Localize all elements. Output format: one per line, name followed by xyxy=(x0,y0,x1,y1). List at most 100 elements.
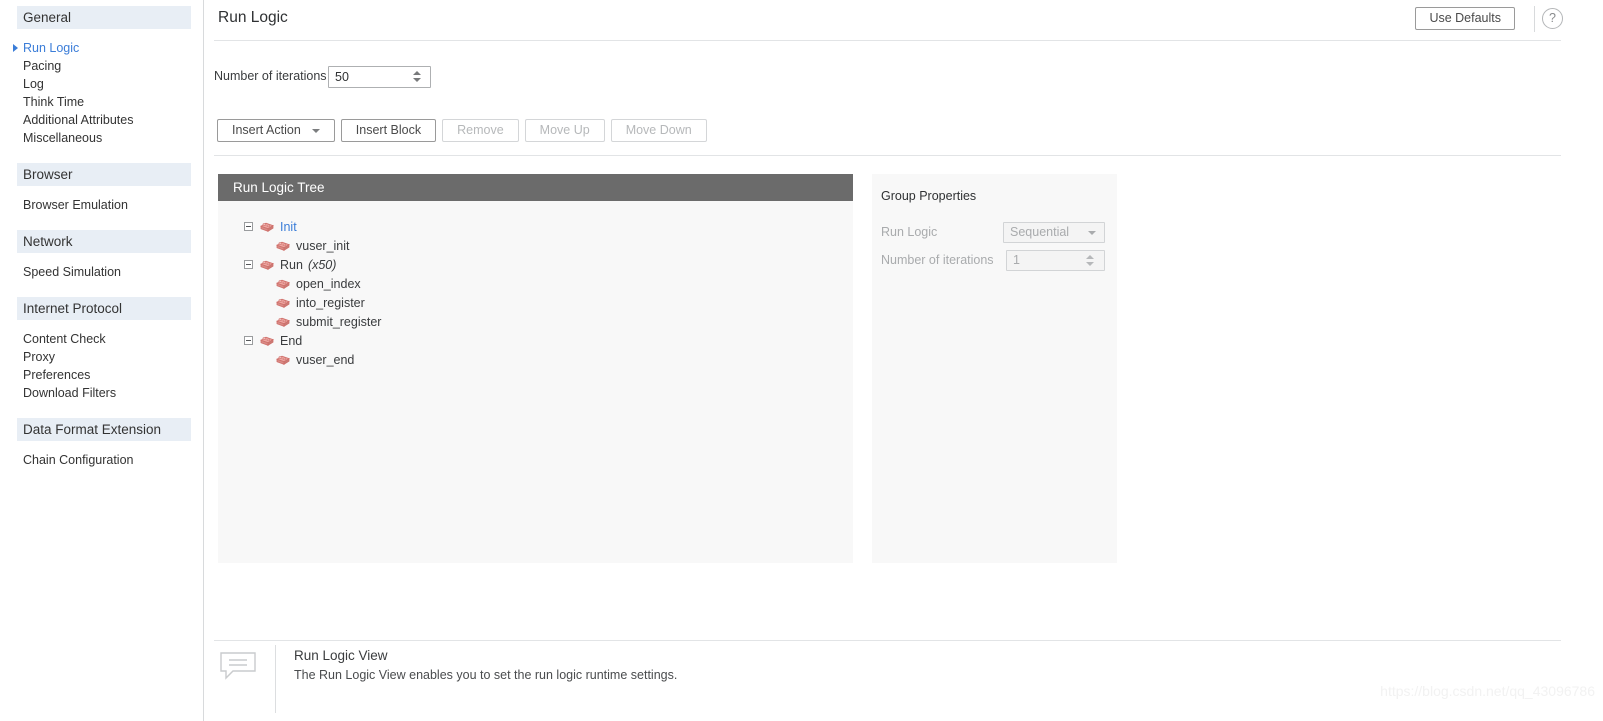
footer-text-block: Run Logic View The Run Logic View enable… xyxy=(294,648,677,682)
tree-node-vuser-end[interactable]: vuser_end xyxy=(218,350,853,369)
tree-node-end[interactable]: End xyxy=(218,331,853,350)
sidebar-item-label: Download Filters xyxy=(23,386,117,400)
iterations-label: Number of iterations xyxy=(214,69,327,83)
sidebar-item-chain-configuration[interactable]: Chain Configuration xyxy=(0,451,203,469)
sidebar-item-run-logic[interactable]: Run Logic xyxy=(0,39,203,57)
sidebar-item-label: Chain Configuration xyxy=(23,453,134,467)
runtime-settings-window: General Run Logic Pacing Log Think Time Addit… xyxy=(0,0,1603,721)
block-brick-icon xyxy=(260,259,274,271)
sidebar-section-header: General xyxy=(17,6,191,29)
block-brick-icon xyxy=(276,297,290,309)
sidebar-item-pacing[interactable]: Pacing xyxy=(0,57,203,75)
button-label: Insert Block xyxy=(355,123,422,137)
chevron-down-icon xyxy=(1088,231,1096,235)
block-brick-icon xyxy=(260,221,274,233)
sidebar-item-label: Proxy xyxy=(23,350,55,364)
button-label: Insert Action xyxy=(232,123,301,137)
tree-node-label: open_index xyxy=(296,276,361,291)
block-brick-icon xyxy=(276,240,290,252)
group-properties-title: Group Properties xyxy=(881,189,977,203)
tree-node-label: vuser_end xyxy=(296,352,355,367)
button-label: Move Down xyxy=(625,123,692,137)
group-run-logic-row: Run Logic Sequential xyxy=(881,222,1109,243)
help-circle-icon[interactable]: ? xyxy=(1542,8,1563,29)
sidebar-item-preferences[interactable]: Preferences xyxy=(0,366,203,384)
group-iterations-input[interactable]: 1 xyxy=(1006,250,1105,271)
footer-description: The Run Logic View enables you to set th… xyxy=(294,668,678,682)
sidebar-section-header: Internet Protocol xyxy=(17,297,191,320)
sidebar-item-label: Speed Simulation xyxy=(23,265,121,279)
sidebar-item-label: Pacing xyxy=(23,59,62,73)
tree-node-label: into_register xyxy=(296,295,365,310)
sidebar-item-additional-attributes[interactable]: Additional Attributes xyxy=(0,111,203,129)
insert-block-button[interactable]: Insert Block xyxy=(340,119,437,142)
sidebar-item-label: Miscellaneous xyxy=(23,131,103,145)
header-divider xyxy=(1534,6,1535,32)
group-run-logic-value: Sequential xyxy=(1010,225,1070,239)
group-iterations-value: 1 xyxy=(1013,253,1020,267)
collapse-toggle-icon[interactable] xyxy=(244,260,253,269)
sidebar-item-content-check[interactable]: Content Check xyxy=(0,330,203,348)
sidebar-item-log[interactable]: Log xyxy=(0,75,203,93)
info-footer: Run Logic View The Run Logic View enable… xyxy=(214,641,1561,721)
run-logic-tree-panel: Run Logic Tree Init vuser_init Run (x50) ope… xyxy=(218,174,853,563)
tree-node-label: End xyxy=(280,333,303,348)
header-rule xyxy=(214,40,1561,41)
sidebar-item-download-filters[interactable]: Download Filters xyxy=(0,384,203,402)
chevron-down-icon xyxy=(311,128,320,133)
tree-node-open-index[interactable]: open_index xyxy=(218,274,853,293)
tree-toolbar: Insert Action Insert Block Remove Move Up Mo… xyxy=(217,119,707,142)
toolbar-rule xyxy=(214,155,1561,156)
tree-node-vuser-init[interactable]: vuser_init xyxy=(218,236,853,255)
sidebar-item-proxy[interactable]: Proxy xyxy=(0,348,203,366)
group-iterations-row: Number of iterations 1 xyxy=(881,250,1109,271)
sidebar-item-speed-simulation[interactable]: Speed Simulation xyxy=(0,263,203,281)
sidebar-header-gap xyxy=(0,29,203,39)
page-title: Run Logic xyxy=(218,9,288,26)
block-brick-icon xyxy=(260,335,274,347)
tree-node-submit-register[interactable]: submit_register xyxy=(218,312,853,331)
move-down-button: Move Down xyxy=(610,119,707,142)
sidebar-item-label: Preferences xyxy=(23,368,91,382)
sidebar-header-gap xyxy=(0,441,203,451)
iterations-field-wrapper xyxy=(328,66,431,88)
sidebar-section-header: Browser xyxy=(17,163,191,186)
sidebar-header-gap xyxy=(0,186,203,196)
tree-node-into-register[interactable]: into_register xyxy=(218,293,853,312)
move-up-button: Move Up xyxy=(524,119,605,142)
sidebar-item-browser-emulation[interactable]: Browser Emulation xyxy=(0,196,203,214)
sidebar-item-think-time[interactable]: Think Time xyxy=(0,93,203,111)
use-defaults-button[interactable]: Use Defaults xyxy=(1415,7,1515,30)
collapse-toggle-icon[interactable] xyxy=(244,336,253,345)
collapse-toggle-icon[interactable] xyxy=(244,222,253,231)
tree-node-init[interactable]: Init xyxy=(218,217,853,236)
tree-node-label: Init xyxy=(280,219,297,234)
spinner-updown-icon[interactable] xyxy=(412,69,426,85)
footer-divider xyxy=(275,645,276,713)
tree-node-label: Run xyxy=(280,257,303,272)
group-properties-panel: Group Properties Run Logic Sequential Nu… xyxy=(872,174,1117,563)
remove-button: Remove xyxy=(442,119,519,142)
sidebar-header-gap xyxy=(0,253,203,263)
sidebar-item-label: Log xyxy=(23,77,44,91)
triangle-right-icon xyxy=(13,44,18,52)
insert-action-button[interactable]: Insert Action xyxy=(217,119,335,142)
tree-node-run[interactable]: Run (x50) xyxy=(218,255,853,274)
sidebar-item-miscellaneous[interactable]: Miscellaneous xyxy=(0,129,203,147)
block-brick-icon xyxy=(276,278,290,290)
sidebar-item-label: Browser Emulation xyxy=(23,198,128,212)
tree-panel-title: Run Logic Tree xyxy=(218,174,853,201)
settings-sidebar: General Run Logic Pacing Log Think Time Addit… xyxy=(0,0,204,721)
iterations-input[interactable] xyxy=(329,67,411,87)
sidebar-item-label: Run Logic xyxy=(23,41,80,55)
group-iterations-label: Number of iterations xyxy=(881,253,994,267)
group-spinner-updown-icon[interactable] xyxy=(1085,253,1099,269)
block-brick-icon xyxy=(276,354,290,366)
sidebar-item-label: Content Check xyxy=(23,332,106,346)
button-label: Remove xyxy=(457,123,504,137)
tree-node-label: submit_register xyxy=(296,314,382,329)
group-run-logic-select[interactable]: Sequential xyxy=(1003,222,1105,243)
